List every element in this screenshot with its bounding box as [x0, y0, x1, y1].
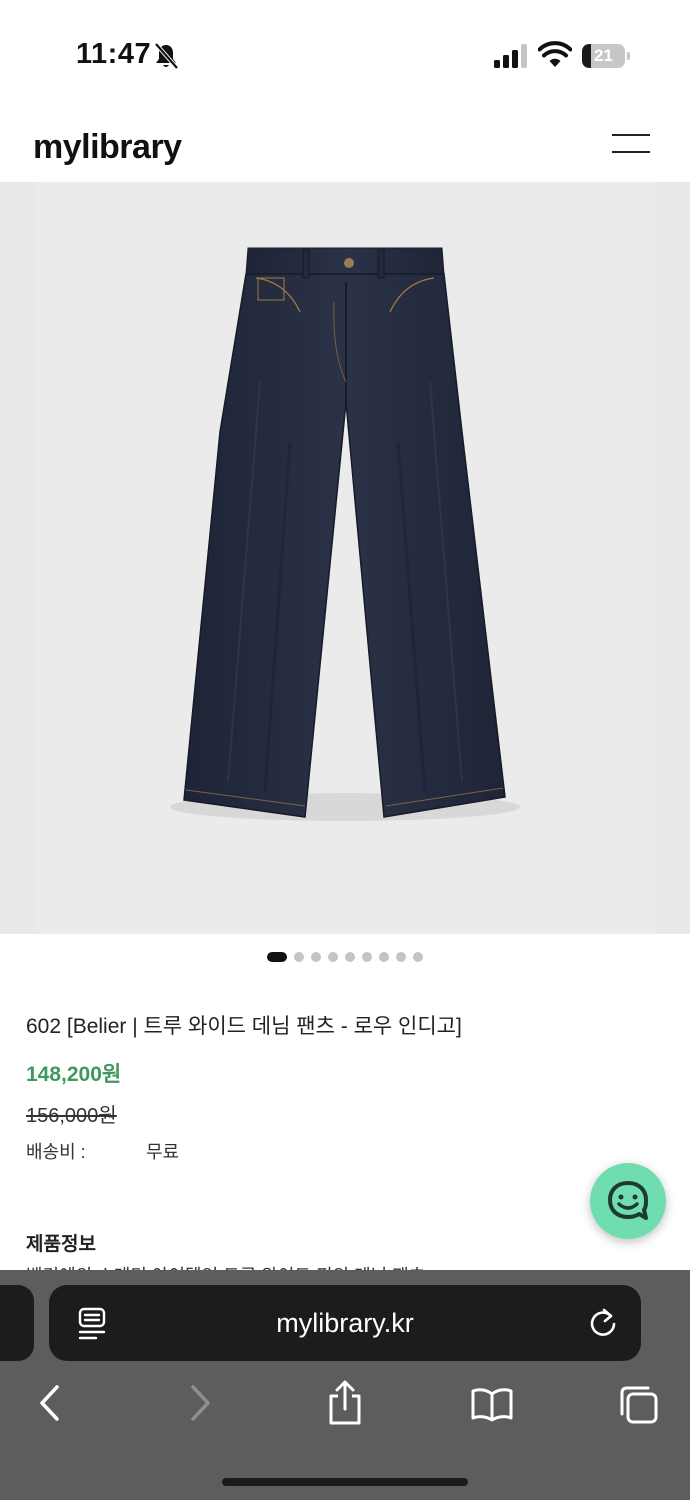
wifi-icon — [538, 41, 572, 67]
bookmarks-icon[interactable] — [470, 1386, 514, 1422]
shipping-label: 배송비 : — [26, 1142, 86, 1162]
status-time: 11:47 — [76, 38, 152, 70]
gallery-dot[interactable] — [294, 952, 304, 962]
address-bar[interactable]: mylibrary.kr — [49, 1285, 641, 1361]
site-header: mylibrary — [0, 100, 690, 182]
chat-bubble-icon — [608, 1181, 648, 1220]
site-logo[interactable]: mylibrary — [33, 128, 182, 167]
product-info-heading: 제품정보 — [26, 1234, 96, 1255]
status-bar: 11:47 21 — [0, 0, 690, 100]
gallery-pagination-dots[interactable] — [0, 950, 690, 964]
product-name: 602 [Belier | 트루 와이드 데님 팬츠 - 로우 인디고] — [26, 1015, 462, 1038]
product-image-gallery[interactable] — [0, 182, 690, 934]
gallery-dot[interactable] — [311, 952, 321, 962]
reload-icon[interactable] — [587, 1307, 619, 1339]
gallery-dot[interactable] — [362, 952, 372, 962]
tabs-icon[interactable] — [618, 1384, 660, 1426]
gallery-dot[interactable] — [328, 952, 338, 962]
original-price: 156,000원 — [26, 1105, 117, 1127]
address-url[interactable]: mylibrary.kr — [49, 1285, 641, 1361]
share-icon[interactable] — [326, 1380, 364, 1426]
gallery-dot[interactable] — [396, 952, 406, 962]
home-indicator — [222, 1478, 468, 1486]
previous-tab-peek[interactable] — [0, 1285, 34, 1361]
shipping-value: 무료 — [146, 1142, 180, 1162]
hamburger-menu-icon[interactable] — [612, 134, 652, 154]
back-icon[interactable] — [36, 1383, 64, 1423]
gallery-dot[interactable] — [267, 952, 287, 962]
signal-icon — [494, 44, 527, 68]
forward-icon[interactable] — [186, 1383, 214, 1423]
battery-level: 21 — [594, 46, 613, 65]
product-image-jeans — [36, 182, 656, 934]
gallery-dot[interactable] — [413, 952, 423, 962]
gallery-dot[interactable] — [379, 952, 389, 962]
battery-icon: 21 — [582, 44, 630, 68]
gallery-dot[interactable] — [345, 952, 355, 962]
chat-button[interactable] — [590, 1163, 666, 1239]
bell-slash-icon — [154, 42, 179, 70]
browser-toolbar: mylibrary.kr — [0, 1270, 690, 1500]
sale-price: 148,200원 — [26, 1063, 122, 1086]
